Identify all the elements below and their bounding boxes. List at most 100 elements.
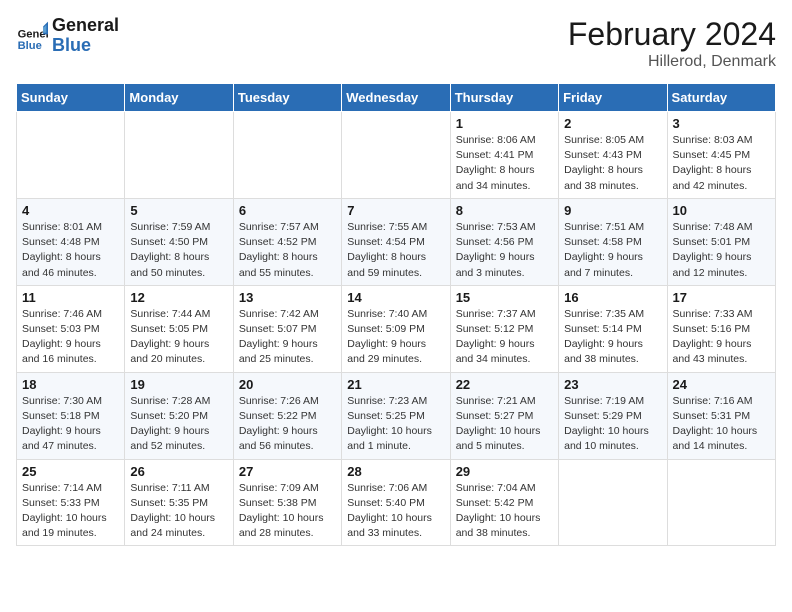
day-number: 5 xyxy=(130,203,227,218)
cell-info: Sunrise: 7:26 AMSunset: 5:22 PMDaylight:… xyxy=(239,394,336,455)
calendar-week-4: 18 Sunrise: 7:30 AMSunset: 5:18 PMDayligh… xyxy=(17,372,776,459)
day-number: 26 xyxy=(130,464,227,479)
cell-info: Sunrise: 7:37 AMSunset: 5:12 PMDaylight:… xyxy=(456,307,553,368)
day-number: 12 xyxy=(130,290,227,305)
col-header-tuesday: Tuesday xyxy=(233,84,341,112)
calendar-cell: 23 Sunrise: 7:19 AMSunset: 5:29 PMDayligh… xyxy=(559,372,667,459)
calendar-cell: 6 Sunrise: 7:57 AMSunset: 4:52 PMDaylight… xyxy=(233,198,341,285)
cell-info: Sunrise: 7:30 AMSunset: 5:18 PMDaylight:… xyxy=(22,394,119,455)
calendar-cell: 28Sunrise: 7:06 AMSunset: 5:40 PMDayligh… xyxy=(342,459,450,546)
calendar-cell: 13Sunrise: 7:42 AMSunset: 5:07 PMDayligh… xyxy=(233,285,341,372)
calendar-cell: 1 Sunrise: 8:06 AMSunset: 4:41 PMDaylight… xyxy=(450,112,558,199)
calendar-cell: 21 Sunrise: 7:23 AMSunset: 5:25 PMDayligh… xyxy=(342,372,450,459)
cell-info: Sunrise: 7:33 AMSunset: 5:16 PMDaylight:… xyxy=(673,307,770,368)
calendar-cell: 14 Sunrise: 7:40 AMSunset: 5:09 PMDayligh… xyxy=(342,285,450,372)
cell-info: Sunrise: 8:01 AMSunset: 4:48 PMDaylight:… xyxy=(22,220,119,281)
day-number: 20 xyxy=(239,377,336,392)
cell-info: Sunrise: 7:48 AMSunset: 5:01 PMDaylight:… xyxy=(673,220,770,281)
cell-info: Sunrise: 7:19 AMSunset: 5:29 PMDaylight:… xyxy=(564,394,661,455)
calendar-table: SundayMondayTuesdayWednesdayThursdayFrid… xyxy=(16,83,776,546)
day-number: 9 xyxy=(564,203,661,218)
cell-info: Sunrise: 7:59 AMSunset: 4:50 PMDaylight:… xyxy=(130,220,227,281)
calendar-cell xyxy=(125,112,233,199)
day-number: 29 xyxy=(456,464,553,479)
calendar-cell: 4 Sunrise: 8:01 AMSunset: 4:48 PMDaylight… xyxy=(17,198,125,285)
cell-info: Sunrise: 8:05 AMSunset: 4:43 PMDaylight:… xyxy=(564,133,661,194)
day-number: 1 xyxy=(456,116,553,131)
day-number: 27 xyxy=(239,464,336,479)
calendar-cell: 18 Sunrise: 7:30 AMSunset: 5:18 PMDayligh… xyxy=(17,372,125,459)
calendar-cell: 27 Sunrise: 7:09 AMSunset: 5:38 PMDayligh… xyxy=(233,459,341,546)
cell-info: Sunrise: 7:57 AMSunset: 4:52 PMDaylight:… xyxy=(239,220,336,281)
location: Hillerod, Denmark xyxy=(568,53,776,71)
col-header-thursday: Thursday xyxy=(450,84,558,112)
calendar-cell: 2 Sunrise: 8:05 AMSunset: 4:43 PMDaylight… xyxy=(559,112,667,199)
calendar-cell: 5 Sunrise: 7:59 AMSunset: 4:50 PMDaylight… xyxy=(125,198,233,285)
day-number: 17 xyxy=(673,290,770,305)
logo-text: General Blue xyxy=(52,16,119,56)
day-number: 6 xyxy=(239,203,336,218)
day-number: 11 xyxy=(22,290,119,305)
day-number: 15 xyxy=(456,290,553,305)
cell-info: Sunrise: 7:46 AMSunset: 5:03 PMDaylight:… xyxy=(22,307,119,368)
title-area: February 2024 Hillerod, Denmark xyxy=(568,16,776,71)
cell-info: Sunrise: 7:51 AMSunset: 4:58 PMDaylight:… xyxy=(564,220,661,281)
calendar-cell xyxy=(233,112,341,199)
col-header-wednesday: Wednesday xyxy=(342,84,450,112)
cell-info: Sunrise: 7:44 AMSunset: 5:05 PMDaylight:… xyxy=(130,307,227,368)
calendar-cell: 17 Sunrise: 7:33 AMSunset: 5:16 PMDayligh… xyxy=(667,285,775,372)
calendar-cell xyxy=(667,459,775,546)
cell-info: Sunrise: 7:28 AMSunset: 5:20 PMDaylight:… xyxy=(130,394,227,455)
day-number: 18 xyxy=(22,377,119,392)
header: General Blue General Blue February 2024 … xyxy=(16,16,776,71)
calendar-cell: 26 Sunrise: 7:11 AMSunset: 5:35 PMDayligh… xyxy=(125,459,233,546)
calendar-header-row: SundayMondayTuesdayWednesdayThursdayFrid… xyxy=(17,84,776,112)
day-number: 28 xyxy=(347,464,444,479)
cell-info: Sunrise: 7:53 AMSunset: 4:56 PMDaylight:… xyxy=(456,220,553,281)
calendar-week-5: 25 Sunrise: 7:14 AMSunset: 5:33 PMDayligh… xyxy=(17,459,776,546)
calendar-week-1: 1 Sunrise: 8:06 AMSunset: 4:41 PMDaylight… xyxy=(17,112,776,199)
cell-info: Sunrise: 7:14 AMSunset: 5:33 PMDaylight:… xyxy=(22,481,119,542)
calendar-cell: 29Sunrise: 7:04 AMSunset: 5:42 PMDayligh… xyxy=(450,459,558,546)
month-title: February 2024 xyxy=(568,16,776,53)
logo: General Blue General Blue xyxy=(16,16,119,56)
calendar-cell: 12 Sunrise: 7:44 AMSunset: 5:05 PMDayligh… xyxy=(125,285,233,372)
calendar-cell: 24 Sunrise: 7:16 AMSunset: 5:31 PMDayligh… xyxy=(667,372,775,459)
day-number: 13 xyxy=(239,290,336,305)
cell-info: Sunrise: 7:35 AMSunset: 5:14 PMDaylight:… xyxy=(564,307,661,368)
cell-info: Sunrise: 7:40 AMSunset: 5:09 PMDaylight:… xyxy=(347,307,444,368)
day-number: 2 xyxy=(564,116,661,131)
calendar-week-2: 4 Sunrise: 8:01 AMSunset: 4:48 PMDaylight… xyxy=(17,198,776,285)
col-header-saturday: Saturday xyxy=(667,84,775,112)
cell-info: Sunrise: 7:21 AMSunset: 5:27 PMDaylight:… xyxy=(456,394,553,455)
col-header-monday: Monday xyxy=(125,84,233,112)
calendar-cell xyxy=(17,112,125,199)
calendar-cell: 20 Sunrise: 7:26 AMSunset: 5:22 PMDayligh… xyxy=(233,372,341,459)
day-number: 4 xyxy=(22,203,119,218)
cell-info: Sunrise: 8:06 AMSunset: 4:41 PMDaylight:… xyxy=(456,133,553,194)
calendar-cell xyxy=(559,459,667,546)
cell-info: Sunrise: 7:16 AMSunset: 5:31 PMDaylight:… xyxy=(673,394,770,455)
day-number: 25 xyxy=(22,464,119,479)
day-number: 16 xyxy=(564,290,661,305)
day-number: 14 xyxy=(347,290,444,305)
cell-info: Sunrise: 7:55 AMSunset: 4:54 PMDaylight:… xyxy=(347,220,444,281)
day-number: 23 xyxy=(564,377,661,392)
day-number: 3 xyxy=(673,116,770,131)
cell-info: Sunrise: 8:03 AMSunset: 4:45 PMDaylight:… xyxy=(673,133,770,194)
calendar-cell: 19Sunrise: 7:28 AMSunset: 5:20 PMDayligh… xyxy=(125,372,233,459)
calendar-cell: 8Sunrise: 7:53 AMSunset: 4:56 PMDaylight… xyxy=(450,198,558,285)
day-number: 7 xyxy=(347,203,444,218)
calendar-cell: 15 Sunrise: 7:37 AMSunset: 5:12 PMDayligh… xyxy=(450,285,558,372)
calendar-cell xyxy=(342,112,450,199)
cell-info: Sunrise: 7:23 AMSunset: 5:25 PMDaylight:… xyxy=(347,394,444,455)
cell-info: Sunrise: 7:11 AMSunset: 5:35 PMDaylight:… xyxy=(130,481,227,542)
day-number: 21 xyxy=(347,377,444,392)
day-number: 24 xyxy=(673,377,770,392)
calendar-cell: 3 Sunrise: 8:03 AMSunset: 4:45 PMDaylight… xyxy=(667,112,775,199)
day-number: 22 xyxy=(456,377,553,392)
calendar-week-3: 11 Sunrise: 7:46 AMSunset: 5:03 PMDayligh… xyxy=(17,285,776,372)
calendar-cell: 7 Sunrise: 7:55 AMSunset: 4:54 PMDaylight… xyxy=(342,198,450,285)
calendar-cell: 9 Sunrise: 7:51 AMSunset: 4:58 PMDaylight… xyxy=(559,198,667,285)
cell-info: Sunrise: 7:09 AMSunset: 5:38 PMDaylight:… xyxy=(239,481,336,542)
